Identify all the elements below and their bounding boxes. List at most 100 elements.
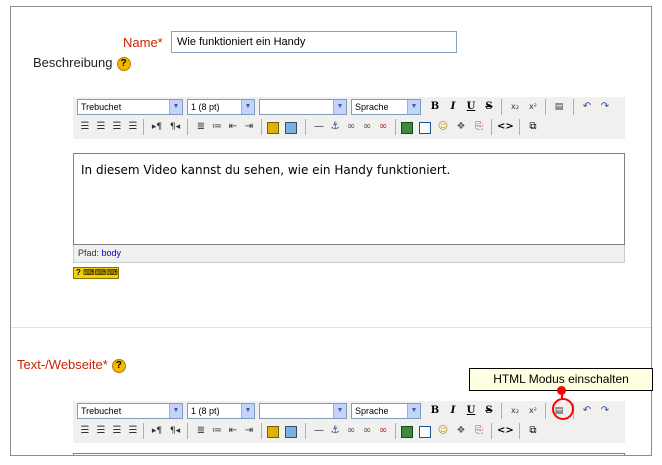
text-color-icon[interactable] [267,122,279,134]
align-left-icon[interactable]: ☰ [77,119,93,135]
table-icon[interactable] [419,122,431,134]
italic-button[interactable]: I [445,403,461,419]
horizontal-rule-icon[interactable]: — [311,119,327,135]
chevron-down-icon: ▼ [407,100,420,114]
ordered-list-icon[interactable]: ≣ [193,423,209,439]
bold-button[interactable]: B [427,99,443,115]
word-paste-icon[interactable]: ▤ [551,99,567,115]
italic-button[interactable]: I [445,99,461,115]
undo-icon[interactable]: ↶ [579,403,595,419]
editor-toolbar: Trebuchet ▼ 1 (8 pt) ▼ ▼ Sprache ▼ B I U S … [73,401,625,443]
toolbar-divider [519,423,520,439]
unlink-icon[interactable]: ∞ [359,119,375,135]
outdent-icon[interactable]: ⇤ [225,423,241,439]
style-select[interactable]: ▼ [259,403,347,419]
background-color-icon[interactable] [285,122,297,134]
help-keyboard-button[interactable]: ? ⌨⌨⌨ [73,267,119,279]
indent-icon[interactable]: ⇥ [241,423,257,439]
font-size-select[interactable]: 1 (8 pt) ▼ [187,403,255,419]
rtl-icon[interactable]: ¶◂ [167,423,183,439]
image-icon[interactable] [401,426,413,438]
align-left-icon[interactable]: ☰ [77,423,93,439]
html-mode-button[interactable]: <> [497,119,514,135]
anchor-icon[interactable]: ⚓ [327,423,343,439]
redo-icon[interactable]: ↷ [597,99,613,115]
superscript-button[interactable]: x² [525,99,541,115]
special-char-icon[interactable]: ❖ [453,423,469,439]
font-family-select[interactable]: Trebuchet ▼ [77,403,183,419]
outdent-icon[interactable]: ⇤ [225,119,241,135]
name-label: Name* [123,35,163,50]
font-family-select[interactable]: Trebuchet ▼ [77,99,183,115]
redo-icon[interactable]: ↷ [597,403,613,419]
align-justify-icon[interactable]: ☰ [125,119,141,135]
unordered-list-icon[interactable]: ≔ [209,119,225,135]
ltr-icon[interactable]: ▸¶ [149,119,165,135]
strikethrough-button[interactable]: S [481,403,497,419]
align-center-icon[interactable]: ☰ [93,423,109,439]
background-color-icon[interactable] [285,426,297,438]
bold-button[interactable]: B [427,403,443,419]
ordered-list-icon[interactable]: ≣ [193,119,209,135]
fullscreen-icon[interactable]: ⧉ [525,423,541,439]
align-justify-icon[interactable]: ☰ [125,423,141,439]
toolbar-divider [187,423,188,439]
align-right-icon[interactable]: ☰ [109,423,125,439]
undo-icon[interactable]: ↶ [579,99,595,115]
rtl-icon[interactable]: ¶◂ [167,119,183,135]
toolbar-divider [545,403,546,419]
anchor-icon[interactable]: ⚓ [327,119,343,135]
no-link-icon[interactable]: ∞ [375,119,391,135]
superscript-button[interactable]: x² [525,403,541,419]
description-editor: Trebuchet ▼ 1 (8 pt) ▼ ▼ Sprache ▼ B I U S … [73,97,625,279]
fullscreen-icon[interactable]: ⧉ [525,119,541,135]
font-size-select[interactable]: 1 (8 pt) ▼ [187,99,255,115]
toolbar-divider [501,403,502,419]
toolbar-divider [261,423,262,439]
editor-toolbar: Trebuchet ▼ 1 (8 pt) ▼ ▼ Sprache ▼ B I U S … [73,97,625,139]
horizontal-rule-icon[interactable]: — [311,423,327,439]
special-char-icon[interactable]: ❖ [453,119,469,135]
link-icon[interactable]: ∞ [343,423,359,439]
chevron-down-icon: ▼ [241,404,254,418]
strikethrough-button[interactable]: S [481,99,497,115]
indent-icon[interactable]: ⇥ [241,119,257,135]
subscript-button[interactable]: x₂ [507,99,523,115]
text-webpage-label: Text-/Webseite*? [17,357,126,373]
ltr-icon[interactable]: ▸¶ [149,423,165,439]
text-color-icon[interactable] [267,426,279,438]
chevron-down-icon: ▼ [241,100,254,114]
language-select[interactable]: Sprache ▼ [351,99,421,115]
unordered-list-icon[interactable]: ≔ [209,423,225,439]
underline-button[interactable]: U [463,99,479,115]
html-mode-highlight [552,398,574,420]
help-icon[interactable]: ? [116,56,131,71]
link-icon[interactable]: ∞ [343,119,359,135]
image-icon[interactable] [401,122,413,134]
language-select[interactable]: Sprache ▼ [351,403,421,419]
underline-button[interactable]: U [463,403,479,419]
style-select[interactable]: ▼ [259,99,347,115]
path-bar: Pfad: body [73,245,625,263]
toolbar-divider [143,119,144,135]
align-center-icon[interactable]: ☰ [93,119,109,135]
unlink-icon[interactable]: ∞ [359,423,375,439]
toolbar-divider [501,99,502,115]
smiley-icon[interactable]: ☺ [435,423,451,439]
name-input[interactable] [171,31,457,53]
section-divider [11,327,651,328]
toolbar-divider [395,119,396,135]
path-body-link[interactable]: body [102,248,122,258]
search-replace-icon[interactable]: ⎘ [471,119,487,135]
table-icon[interactable] [419,426,431,438]
subscript-button[interactable]: x₂ [507,403,523,419]
search-replace-icon[interactable]: ⎘ [471,423,487,439]
smiley-icon[interactable]: ☺ [435,119,451,135]
html-mode-button[interactable]: <> [497,423,514,439]
no-link-icon[interactable]: ∞ [375,423,391,439]
help-icon[interactable]: ? [111,358,126,373]
text-webpage-textarea[interactable] [73,453,625,455]
description-textarea[interactable]: In diesem Video kannst du sehen, wie ein… [73,153,625,245]
align-right-icon[interactable]: ☰ [109,119,125,135]
toolbar-divider [261,119,262,135]
